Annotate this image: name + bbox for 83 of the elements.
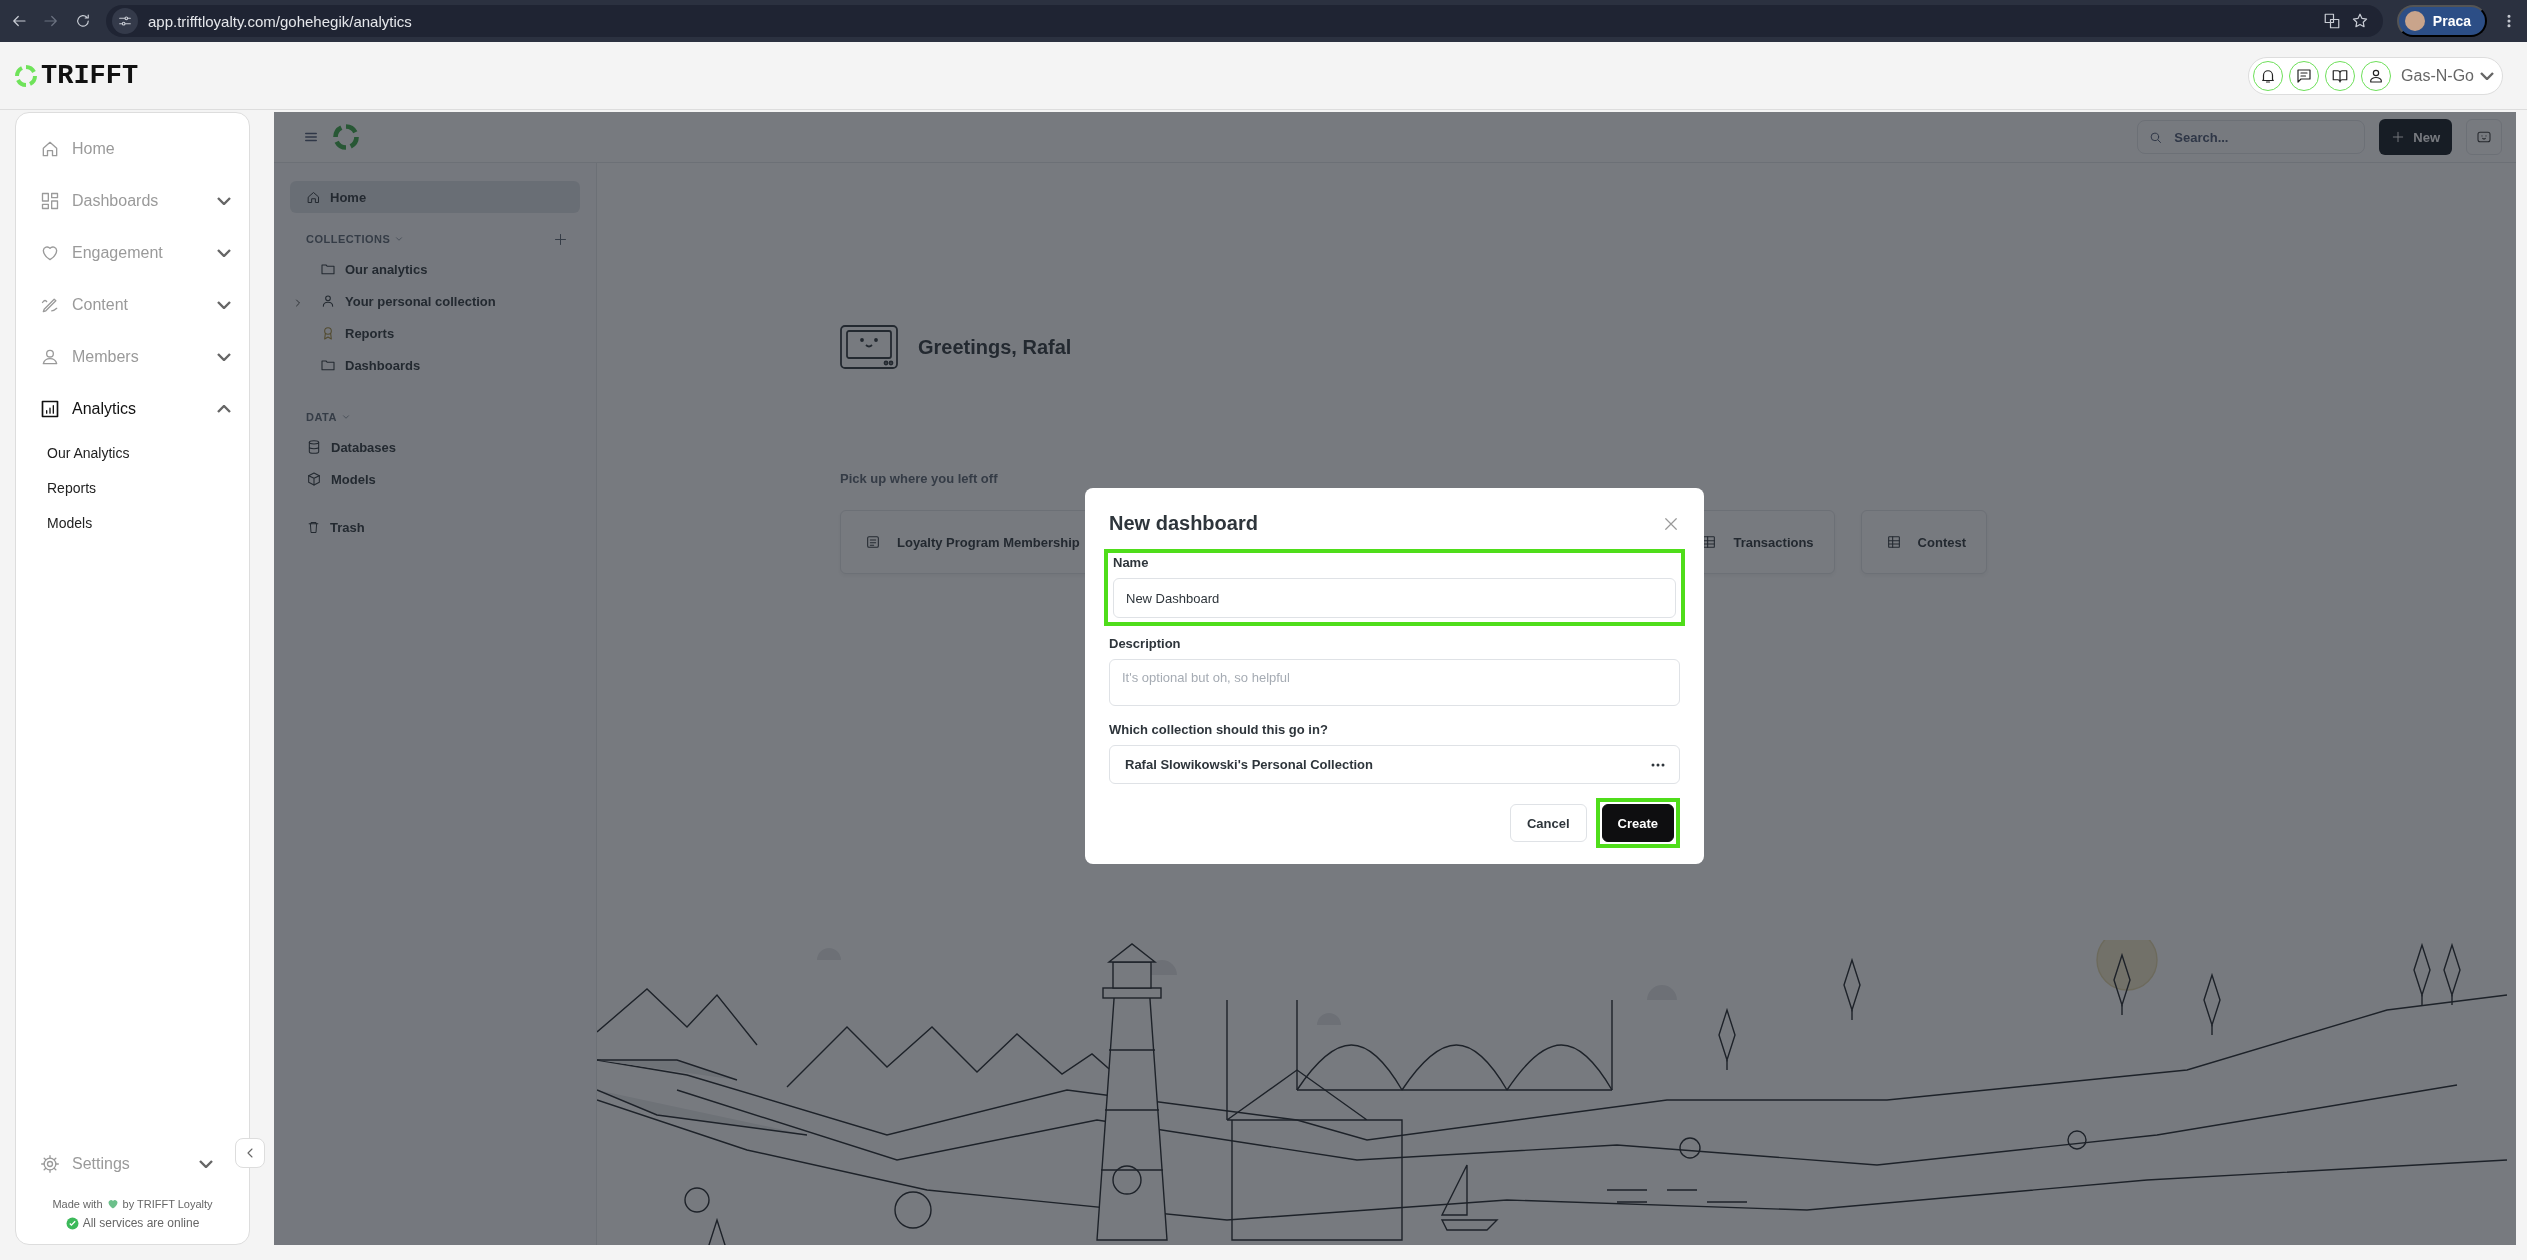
dialog-title: New dashboard xyxy=(1109,512,1258,535)
sidebar-item[interactable]: Engagement xyxy=(16,227,249,279)
url-text: app.trifftloyalty.com/gohehegik/analytics xyxy=(148,12,413,30)
more-icon xyxy=(1651,762,1665,767)
plus-icon xyxy=(2391,130,2406,144)
house-icon xyxy=(306,189,321,205)
name-field[interactable]: New Dashboard xyxy=(1113,578,1676,618)
ring-logo-icon xyxy=(332,123,360,151)
credit-text: by TRIFFT Loyalty xyxy=(122,1198,213,1210)
collection-item[interactable]: Reports xyxy=(306,317,580,349)
sidebar-subitem[interactable]: Reports xyxy=(16,470,249,505)
made-with-text: Made with xyxy=(52,1198,103,1210)
check-circle-icon xyxy=(65,1216,79,1230)
account-name: Gas-N-Go xyxy=(2401,66,2474,85)
trash-item[interactable]: Trash xyxy=(290,511,580,543)
folder-icon xyxy=(320,357,336,373)
sidebar-item[interactable]: Analytics xyxy=(16,383,249,435)
person-icon xyxy=(320,293,336,309)
bell-button[interactable] xyxy=(2253,60,2284,91)
brand-logo-text: TRIFFT xyxy=(41,60,139,91)
sidebar-item[interactable]: Content xyxy=(16,279,249,331)
status-text: All services are online xyxy=(82,1216,200,1230)
chevron-down-icon xyxy=(340,412,351,422)
chat-icon xyxy=(2295,66,2314,85)
nav-item[interactable]: Databases xyxy=(290,431,580,463)
person-icon xyxy=(40,347,60,367)
star-icon xyxy=(2350,12,2369,30)
collection-picker[interactable]: Rafal Slowikowski's Personal Collection xyxy=(1109,745,1680,784)
smiley-screen-icon xyxy=(840,325,898,369)
sidebar-item[interactable]: Dashboards xyxy=(16,175,249,227)
reload-icon xyxy=(74,12,92,30)
bar-chart-icon xyxy=(40,399,60,419)
folder-icon xyxy=(320,261,336,277)
section-heading: DATA xyxy=(306,411,337,423)
user-button[interactable] xyxy=(2361,60,2392,91)
new-button[interactable]: New xyxy=(2379,119,2452,155)
field-label: Name xyxy=(1113,555,1150,570)
chevron-icon xyxy=(2480,71,2494,80)
ring-logo-icon xyxy=(14,63,38,88)
chat-button[interactable] xyxy=(2289,60,2320,91)
gear-icon xyxy=(40,1154,60,1174)
house-icon xyxy=(40,139,60,159)
section-heading: Pick up where you left off xyxy=(840,471,999,486)
document-icon xyxy=(865,534,881,550)
greeting-text: Greetings, Rafal xyxy=(918,335,1072,359)
cube-icon xyxy=(306,471,322,487)
translate-icon xyxy=(2322,12,2341,30)
menu-icon xyxy=(304,130,318,144)
sidebar-subitem[interactable]: Our Analytics xyxy=(16,435,249,470)
smiley-screen-icon xyxy=(2476,129,2492,145)
chevron-down-icon xyxy=(394,234,405,244)
trash-icon xyxy=(306,519,321,535)
heart-icon xyxy=(40,243,60,263)
plus-icon xyxy=(553,231,568,247)
sidebar-item[interactable]: Home xyxy=(16,123,249,175)
section-heading: COLLECTIONS xyxy=(306,233,391,245)
screen-button[interactable] xyxy=(2466,119,2502,155)
create-button[interactable]: Create xyxy=(1601,804,1674,842)
grid-icon xyxy=(40,191,60,211)
recent-item-card[interactable]: Contest xyxy=(1860,510,1987,574)
profile-button[interactable]: Praca xyxy=(2396,5,2487,37)
field-label: Which collection should this go in? xyxy=(1109,722,1329,737)
field-label: Description xyxy=(1109,636,1182,651)
sidebar-item[interactable]: Members xyxy=(16,331,249,383)
table-icon xyxy=(1701,534,1718,550)
search-field[interactable]: Search... xyxy=(2137,120,2366,154)
sidebar-subitem[interactable]: Models xyxy=(16,505,249,540)
collection-item[interactable]: Dashboards xyxy=(306,349,580,381)
database-icon xyxy=(306,439,322,455)
book-button[interactable] xyxy=(2325,60,2356,91)
description-field[interactable]: It's optional but oh, so helpful xyxy=(1109,659,1680,706)
tune-icon xyxy=(117,13,133,29)
collection-item[interactable]: Your personal collection xyxy=(306,285,580,317)
avatar xyxy=(2404,11,2425,31)
collection-item[interactable]: Our analytics xyxy=(306,253,580,285)
nav-item[interactable]: Home xyxy=(290,181,580,213)
settings-item[interactable]: Settings xyxy=(16,1138,231,1190)
search-icon xyxy=(2148,130,2164,145)
nav-item[interactable]: Models xyxy=(290,463,580,495)
table-icon xyxy=(1885,534,1902,550)
cancel-button[interactable]: Cancel xyxy=(1509,804,1587,842)
address-bar[interactable]: app.trifftloyalty.com/gohehegik/analytics xyxy=(106,5,2383,37)
heart-icon xyxy=(106,1198,119,1210)
